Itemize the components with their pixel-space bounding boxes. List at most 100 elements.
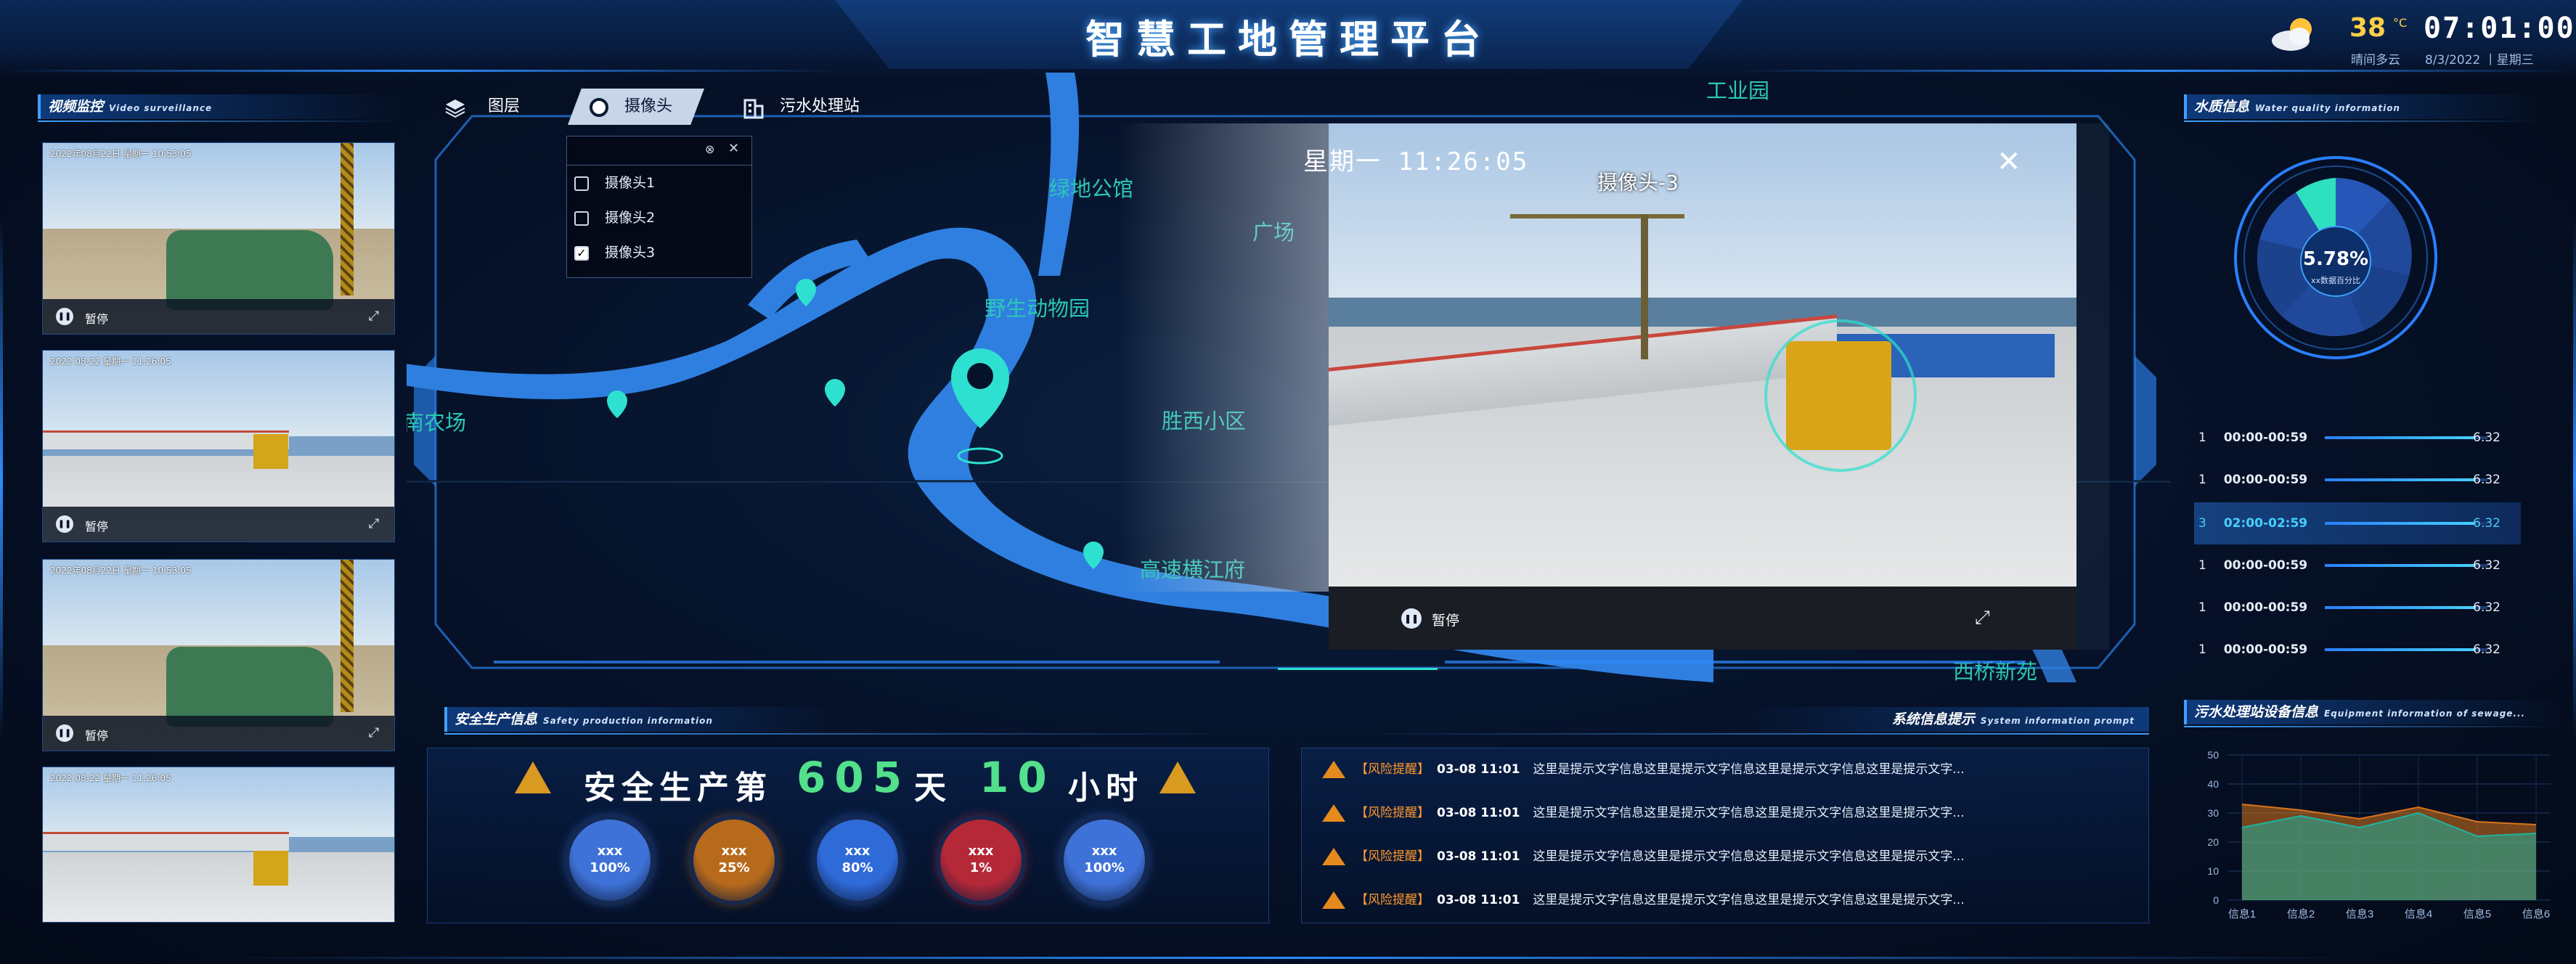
tab-layers[interactable]: 图层 — [488, 89, 520, 125]
construction-tarp — [166, 647, 333, 727]
date: 8/3/2022 丨星期三 — [2425, 53, 2534, 68]
pause-icon[interactable]: ❚❚ — [56, 724, 73, 742]
alert-time: 03-08 11:01 — [1437, 893, 1520, 907]
warning-icon — [515, 761, 551, 793]
page-title: 智慧工地管理平台 — [1085, 17, 1492, 62]
camera-option-label: 摄像头1 — [605, 175, 656, 191]
water-row[interactable]: 1 00:00-00:59 6.32 — [2194, 417, 2521, 459]
equipment-panel-subtitle: Equipment information of sewage... — [2324, 708, 2526, 719]
video-thumbnail[interactable]: 2022年08月22日 星期一 10:53:05 ❚❚ 暂停 ⤢ — [42, 559, 395, 751]
focus-ring — [1764, 319, 1917, 472]
alert-tag: 【风险提醒】 — [1356, 762, 1430, 777]
checkbox[interactable] — [574, 211, 589, 226]
warning-icon — [1322, 761, 1345, 778]
fullscreen-icon[interactable]: ⤢ — [365, 724, 383, 742]
video-thumbnail[interactable]: 2022 08-22 星期一 11:26:05 ❚❚ 暂停 ⤢ — [42, 350, 395, 542]
warning-icon — [1322, 891, 1345, 909]
metric-circle: xxx 100% — [1064, 820, 1145, 901]
video-thumbnail[interactable]: 2022 08-22 星期一 11:26:05 — [42, 767, 395, 923]
fullscreen-icon[interactable]: ⤢ — [365, 308, 383, 325]
row-bar — [2325, 436, 2487, 439]
pause-label[interactable]: 暂停 — [85, 726, 108, 743]
camera-option[interactable]: ✓ 摄像头3 — [574, 237, 655, 269]
y-tick-label: 10 — [2207, 865, 2219, 877]
row-value: 6.32 — [2473, 600, 2500, 615]
tab-camera[interactable]: 摄像头 — [568, 89, 704, 125]
safety-hours: 10 — [979, 753, 1056, 802]
row-bar-fill — [2325, 648, 2475, 651]
row-rank: 1 — [2198, 430, 2206, 445]
temperature-unit: °C — [2393, 16, 2408, 30]
row-rank: 1 — [2198, 642, 2206, 657]
safety-panel-subtitle: Safety production information — [543, 716, 713, 726]
row-bar-fill — [2325, 606, 2475, 609]
edge-accent-right — [2573, 218, 2576, 740]
alert-tag: 【风险提醒】 — [1356, 849, 1430, 864]
fullscreen-icon[interactable]: ⤢ — [1975, 607, 1990, 629]
camera-option[interactable]: 摄像头2 — [574, 202, 655, 234]
safety-day-unit: 天 — [914, 769, 952, 806]
site-fence — [43, 430, 289, 450]
alert-item[interactable]: 【风险提醒】 03-08 11:01 这里是提示文字信息这里是提示文字信息这里是提示… — [1302, 879, 2144, 921]
metric-label: xxx — [1091, 844, 1117, 859]
pause-icon[interactable]: ❚❚ — [1401, 608, 1422, 629]
system-panel-title: 系统信息提示 System information prompt — [1743, 707, 2149, 732]
pause-icon[interactable]: ❚❚ — [56, 515, 73, 533]
popup-camera-name: 摄像头-3 — [1597, 171, 1679, 195]
x-tick-label: 信息2 — [2287, 908, 2315, 920]
warning-icon — [1159, 761, 1196, 793]
camera-option[interactable]: 摄像头1 — [574, 167, 655, 199]
alert-item[interactable]: 【风险提醒】 03-08 11:01 这里是提示文字信息这里是提示文字信息这里是提示… — [1302, 792, 2144, 834]
water-row-selected[interactable]: 3 02:00-02:59 6.32 — [2194, 502, 2521, 544]
metric-value: 1% — [969, 860, 993, 875]
place-label: 南农场 — [407, 411, 466, 435]
pause-label[interactable]: 暂停 — [85, 517, 108, 534]
warning-icon — [1322, 848, 1345, 865]
y-tick-label: 40 — [2207, 778, 2219, 790]
metric-label: xxx — [721, 844, 747, 859]
popup-controls: ❚❚ 暂停 ⤢ — [1329, 587, 2076, 650]
footer-line — [218, 957, 2360, 959]
header-line-left — [0, 70, 842, 72]
water-row[interactable]: 1 00:00-00:59 6.32 — [2194, 544, 2521, 587]
row-bar — [2325, 606, 2487, 609]
fullscreen-icon[interactable]: ⤢ — [365, 515, 383, 533]
camera-search-input[interactable]: ⊗ ✕ — [567, 136, 751, 166]
close-icon[interactable]: ✕ — [728, 141, 739, 156]
video-thumbnail[interactable]: 2022年08月22日 星期一 10:53:05 ❚❚ 暂停 ⤢ — [42, 142, 395, 335]
water-row[interactable]: 1 00:00-00:59 6.32 — [2194, 459, 2521, 501]
popup-video-frame[interactable]: 摄像头-3 — [1329, 123, 2076, 587]
pause-label[interactable]: 暂停 — [1432, 610, 1459, 629]
clear-icon[interactable]: ⊗ — [705, 142, 714, 156]
harbor — [1329, 298, 2076, 327]
pause-icon[interactable]: ❚❚ — [56, 308, 73, 325]
water-row[interactable]: 1 00:00-00:59 6.32 — [2194, 587, 2521, 629]
checkbox-checked[interactable]: ✓ — [574, 245, 589, 261]
close-icon[interactable]: ✕ — [1997, 145, 2021, 179]
gauge-value: 5.78% — [2302, 248, 2369, 270]
water-row[interactable]: 1 00:00-00:59 6.32 — [2194, 629, 2521, 671]
alert-item[interactable]: 【风险提醒】 03-08 11:01 这里是提示文字信息这里是提示文字信息这里是提示… — [1302, 836, 2144, 878]
row-rank: 3 — [2198, 516, 2206, 531]
checkbox[interactable] — [574, 176, 589, 191]
video-timestamp: 2022 08-22 星期一 11:26:05 — [50, 356, 171, 367]
alert-text: 这里是提示文字信息这里是提示文字信息这里是提示文字信息这里是提示文字... — [1533, 762, 1965, 777]
system-panel-title-text: 系统信息提示 — [1891, 711, 1975, 727]
metric-circle: xxx 25% — [693, 820, 775, 901]
building-icon[interactable] — [743, 97, 764, 119]
tab-sewage-station[interactable]: 污水处理站 — [780, 89, 860, 125]
camera-option-label: 摄像头3 — [605, 245, 656, 261]
pause-label[interactable]: 暂停 — [85, 309, 108, 327]
x-tick-label: 信息4 — [2405, 908, 2432, 920]
alert-item[interactable]: 【风险提醒】 03-08 11:01 这里是提示文字信息这里是提示文字信息这里是提示… — [1302, 748, 2144, 791]
layers-icon[interactable] — [444, 97, 466, 119]
row-bar-fill — [2325, 564, 2475, 567]
warning-icon — [1322, 804, 1345, 822]
row-bar-fill — [2325, 522, 2475, 525]
alert-text: 这里是提示文字信息这里是提示文字信息这里是提示文字信息这里是提示文字... — [1533, 849, 1965, 864]
metric-value: 80% — [841, 860, 873, 875]
popup-fade — [1118, 123, 1358, 592]
equipment-panel-title-text: 污水处理站设备信息 — [2194, 704, 2319, 720]
metric-circle: xxx 100% — [569, 820, 651, 901]
row-range: 00:00-00:59 — [2223, 430, 2308, 445]
